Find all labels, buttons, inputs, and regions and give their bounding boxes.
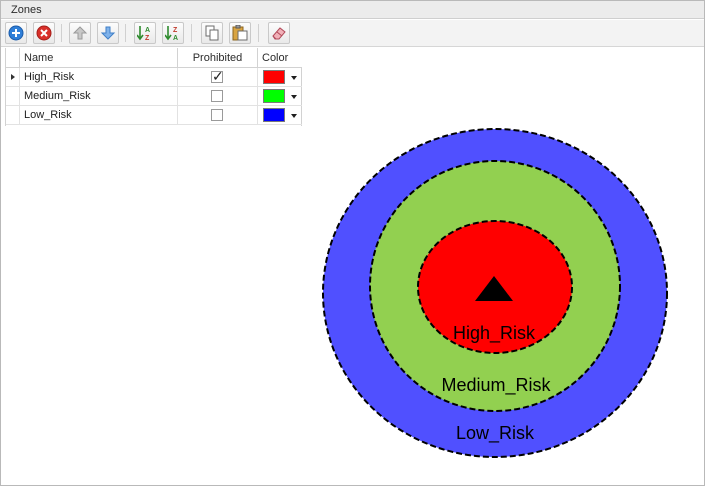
medium-risk-label: Medium_Risk: [441, 375, 551, 396]
high-risk-label: High_Risk: [453, 323, 536, 344]
zones-diagram: High_Risk Medium_Risk Low_Risk: [322, 128, 668, 458]
zones-panel: Zones AZ ZA Name Prohibited Color High_R…: [0, 0, 705, 486]
low-risk-label: Low_Risk: [456, 423, 535, 444]
